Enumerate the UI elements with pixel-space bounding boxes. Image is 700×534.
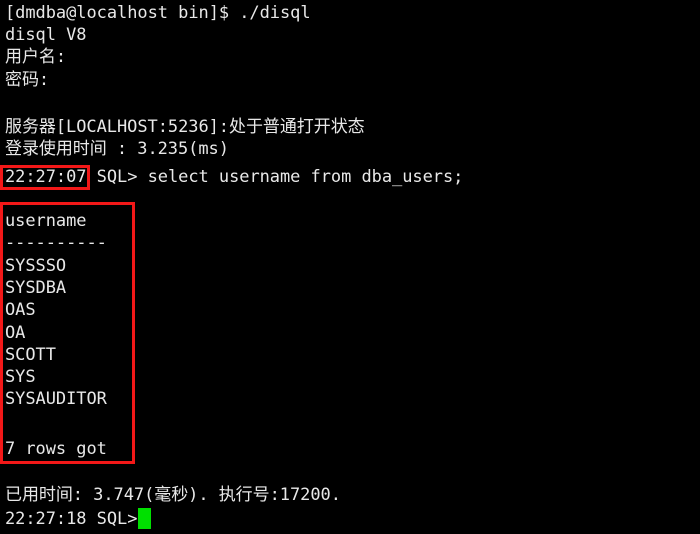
result-separator: ---------- <box>5 233 107 254</box>
terminal-line-final-prompt: 22:27:18 SQL> <box>5 509 138 529</box>
terminal-line-sql-query: 22:27:07 SQL> select username from dba_u… <box>5 166 463 188</box>
result-row-5: SCOTT <box>5 344 56 365</box>
terminal-line-password-prompt: 密码: <box>5 69 50 90</box>
result-row-count: 7 rows got <box>5 439 107 459</box>
terminal-line-server-status: 服务器[LOCALHOST:5236]:处于普通打开状态 <box>5 117 365 137</box>
result-row-6: SYS <box>5 367 36 387</box>
text-cursor <box>138 508 151 529</box>
terminal-line-version: disql V8 <box>5 25 87 46</box>
terminal-line-shell-command: [dmdba@localhost bin]$ ./disql <box>5 3 311 23</box>
terminal-line-elapsed-time: 已用时间: 3.747(毫秒). 执行号:17200. <box>5 485 341 505</box>
sql-timestamp: 22:27:07 <box>5 167 87 187</box>
result-row-7: SYSAUDITOR <box>5 389 107 410</box>
result-row-2: SYSDBA <box>5 278 67 299</box>
terminal-line-login-time: 登录使用时间 : 3.235(ms) <box>5 139 229 160</box>
result-column-header: username <box>5 211 87 231</box>
result-row-3: OAS <box>5 300 36 321</box>
result-row-1: SYSSSO <box>5 256 67 276</box>
terminal-line-username-prompt: 用户名: <box>5 47 67 68</box>
sql-prompt-query: SQL> select username from dba_users; <box>86 167 464 187</box>
terminal-window[interactable]: [dmdba@localhost bin]$ ./disql disql V8 … <box>0 0 700 534</box>
result-row-4: OA <box>5 322 26 343</box>
